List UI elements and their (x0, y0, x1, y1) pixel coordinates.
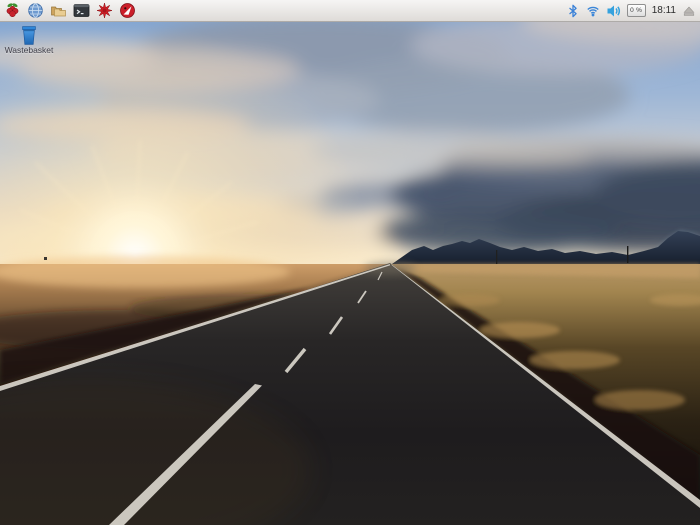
wastebasket-icon (19, 26, 39, 45)
app-badge-button[interactable] (118, 1, 137, 20)
file-manager-button[interactable] (49, 1, 68, 20)
wallpaper-road-image (0, 0, 700, 525)
taskbar-tray: 0 % 18:11 (566, 3, 700, 19)
globe-icon (27, 2, 44, 19)
menu-button[interactable] (3, 1, 22, 20)
eject-icon (682, 4, 696, 18)
bluetooth-icon (566, 3, 580, 19)
bluetooth-button[interactable] (566, 3, 580, 19)
starburst-icon (96, 2, 113, 19)
red-badge-icon (119, 2, 136, 19)
wifi-button[interactable] (585, 3, 601, 18)
desktop-icon-label: Wastebasket (5, 46, 54, 55)
taskbar: 0 % 18:11 (0, 0, 700, 22)
wifi-icon (585, 3, 601, 18)
cpu-monitor[interactable]: 0 % (627, 4, 646, 17)
taskbar-launchers (0, 1, 137, 20)
cpu-usage-label: 0 % (630, 7, 642, 14)
vnc-server-button[interactable] (95, 1, 114, 20)
folders-icon (50, 2, 67, 19)
terminal-icon (73, 2, 90, 19)
desktop-icon-wastebasket[interactable]: Wastebasket (2, 26, 56, 55)
eject-button[interactable] (682, 4, 696, 18)
desktop-surface[interactable]: Wastebasket (0, 0, 700, 525)
web-browser-button[interactable] (26, 1, 45, 20)
volume-button[interactable] (606, 3, 622, 19)
clock[interactable]: 18:11 (651, 5, 677, 16)
volume-icon (606, 3, 622, 19)
raspberry-menu-icon (4, 2, 21, 19)
terminal-button[interactable] (72, 1, 91, 20)
